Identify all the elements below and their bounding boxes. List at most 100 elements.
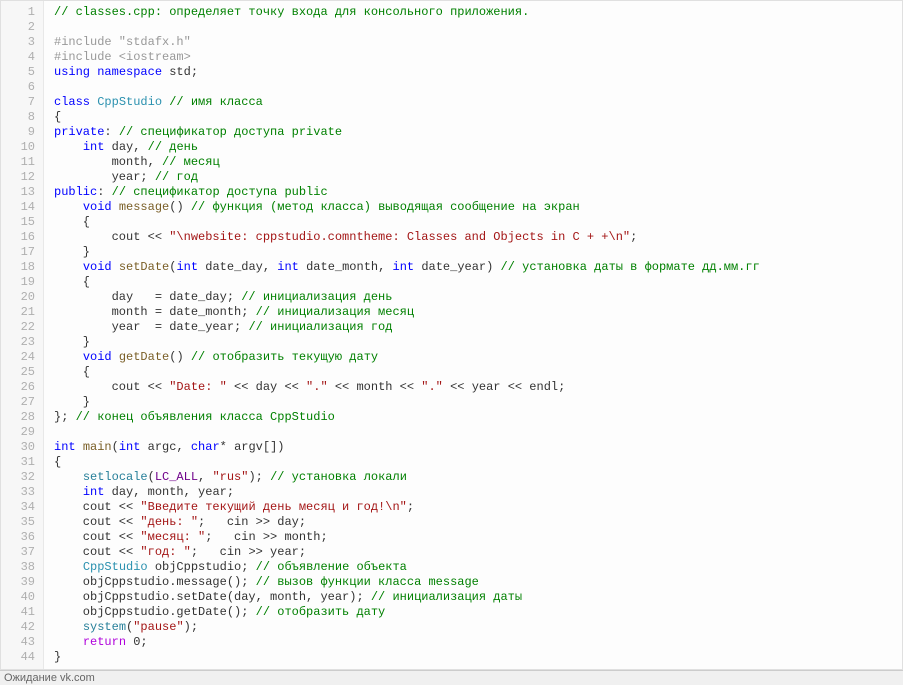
code-line: #include <iostream> (54, 50, 902, 65)
line-number: 17 (5, 245, 35, 260)
code-token: return (83, 635, 126, 649)
code-token: } (54, 335, 90, 349)
code-token: // спецификатор доступа public (112, 185, 328, 199)
code-line: month, // месяц (54, 155, 902, 170)
code-token: // установка даты в формате дд.мм.гг (501, 260, 760, 274)
code-token: CppStudio (97, 95, 162, 109)
code-line: { (54, 275, 902, 290)
code-line: cout << "\nwebsite: cppstudio.comntheme:… (54, 230, 902, 245)
line-number: 15 (5, 215, 35, 230)
code-token: // отобразить текущую дату (191, 350, 378, 364)
code-token: << month << (328, 380, 422, 394)
code-token: "день: " (140, 515, 198, 529)
code-line: objCppstudio.setDate(day, month, year); … (54, 590, 902, 605)
code-token: 0; (126, 635, 148, 649)
code-token: << day << (227, 380, 306, 394)
line-number: 44 (5, 650, 35, 665)
code-token: "Date: " (169, 380, 227, 394)
code-token: ; (630, 230, 637, 244)
code-token (54, 470, 83, 484)
code-token: // инициализация месяц (256, 305, 414, 319)
line-number: 23 (5, 335, 35, 350)
code-token: int (83, 140, 105, 154)
line-number: 27 (5, 395, 35, 410)
code-token: day, (104, 140, 147, 154)
code-line (54, 425, 902, 440)
line-number: 42 (5, 620, 35, 635)
code-line: cout << "день: "; cin >> day; (54, 515, 902, 530)
line-number: 11 (5, 155, 35, 170)
code-token (54, 635, 83, 649)
code-token: setDate (119, 260, 169, 274)
line-number: 26 (5, 380, 35, 395)
code-token: "." (421, 380, 443, 394)
line-number: 2 (5, 20, 35, 35)
code-line: cout << "Введите текущий день месяц и го… (54, 500, 902, 515)
code-token: // инициализация даты (371, 590, 522, 604)
code-line: cout << "год: "; cin >> year; (54, 545, 902, 560)
code-line: int day, month, year; (54, 485, 902, 500)
code-token: }; (54, 410, 76, 424)
code-token: } (54, 650, 61, 664)
code-line: class CppStudio // имя класса (54, 95, 902, 110)
code-token: char (191, 440, 220, 454)
code-token: : (97, 185, 111, 199)
code-token: setlocale (83, 470, 148, 484)
code-token (54, 260, 83, 274)
code-token: void (83, 200, 112, 214)
line-number: 4 (5, 50, 35, 65)
line-number: 19 (5, 275, 35, 290)
code-token: std; (162, 65, 198, 79)
line-number: 43 (5, 635, 35, 650)
code-token: // месяц (162, 155, 220, 169)
line-number: 28 (5, 410, 35, 425)
code-token: class (54, 95, 90, 109)
code-line: { (54, 365, 902, 380)
code-token: () (169, 350, 191, 364)
line-number: 6 (5, 80, 35, 95)
code-token (112, 200, 119, 214)
line-number: 22 (5, 320, 35, 335)
code-token: ; cin >> month; (205, 530, 327, 544)
code-line: int day, // день (54, 140, 902, 155)
code-line: using namespace std; (54, 65, 902, 80)
line-number: 37 (5, 545, 35, 560)
line-number: 10 (5, 140, 35, 155)
line-number: 39 (5, 575, 35, 590)
code-token: namespace (97, 65, 162, 79)
code-token: // день (148, 140, 198, 154)
code-line: year; // год (54, 170, 902, 185)
code-token: "pause" (133, 620, 183, 634)
code-token: { (54, 275, 90, 289)
code-token: date_month, (299, 260, 393, 274)
line-number: 3 (5, 35, 35, 50)
code-token: cout << (54, 500, 140, 514)
code-token: cout << (54, 230, 169, 244)
code-token: objCppstudio.getDate(); (54, 605, 256, 619)
line-number: 5 (5, 65, 35, 80)
code-line: return 0; (54, 635, 902, 650)
line-number: 33 (5, 485, 35, 500)
code-line: system("pause"); (54, 620, 902, 635)
code-token: objCppstudio.message(); (54, 575, 256, 589)
line-number: 13 (5, 185, 35, 200)
code-token: // инициализация год (248, 320, 392, 334)
line-number: 12 (5, 170, 35, 185)
code-token: year; (54, 170, 155, 184)
code-token: using (54, 65, 90, 79)
code-token: day = date_day; (54, 290, 241, 304)
code-line: void getDate() // отобразить текущую дат… (54, 350, 902, 365)
code-token: int (176, 260, 198, 274)
code-line: objCppstudio.getDate(); // отобразить да… (54, 605, 902, 620)
code-token: LC_ALL (155, 470, 198, 484)
code-token: int (277, 260, 299, 274)
code-area[interactable]: // classes.cpp: определяет точку входа д… (44, 1, 902, 669)
code-token: month = date_month; (54, 305, 256, 319)
code-token: CppStudio (83, 560, 148, 574)
code-line: void message() // функция (метод класса)… (54, 200, 902, 215)
code-token: cout << (54, 380, 169, 394)
code-line: month = date_month; // инициализация мес… (54, 305, 902, 320)
line-number: 8 (5, 110, 35, 125)
code-token: // спецификатор доступа private (119, 125, 342, 139)
code-token: main (83, 440, 112, 454)
